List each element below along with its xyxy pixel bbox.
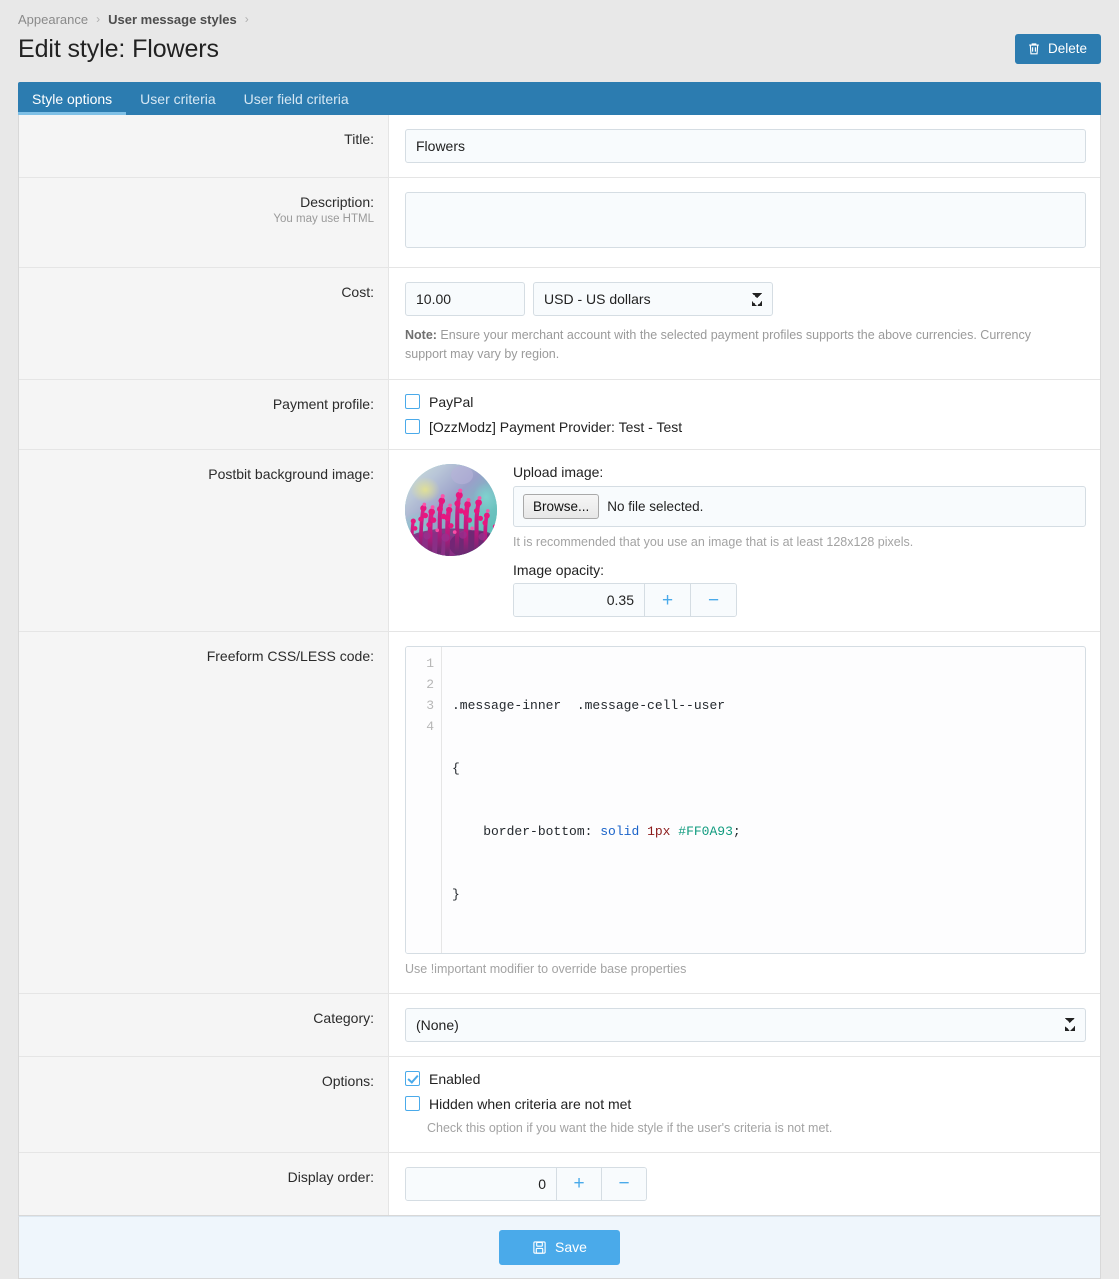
description-textarea[interactable]	[405, 192, 1086, 248]
browse-button[interactable]: Browse...	[523, 493, 600, 520]
payment-profile-paypal-label: PayPal	[429, 393, 474, 410]
code-number: 1px	[647, 824, 671, 840]
options-label: Options:	[19, 1056, 389, 1152]
title-label: Title:	[19, 115, 389, 177]
tab-bar: Style options User criteria User field c…	[18, 82, 1101, 115]
upload-image-label: Upload image:	[513, 463, 604, 480]
code-property: border-bottom:	[452, 824, 601, 840]
line-number: 4	[426, 719, 434, 735]
style-options-form: Title: Description: You may use HTML Cos…	[18, 115, 1101, 1216]
cost-note: Note: Ensure your merchant account with …	[405, 326, 1070, 365]
code-content[interactable]: .message-inner .message-cell--user { bor…	[442, 647, 1085, 953]
description-label: Description: You may use HTML	[19, 178, 389, 267]
image-opacity-label: Image opacity:	[513, 562, 605, 579]
display-order-stepper: + −	[405, 1166, 647, 1201]
admin-page: Appearance › User message styles › Edit …	[0, 0, 1119, 1279]
image-opacity-decrement-button[interactable]: −	[690, 584, 736, 617]
checkbox-icon[interactable]	[405, 1096, 420, 1112]
page-header: Edit style: Flowers Delete	[0, 26, 1119, 72]
category-label: Category:	[19, 993, 389, 1056]
cost-note-text: Ensure your merchant account with the se…	[405, 328, 1032, 362]
payment-profile-label: Payment profile:	[19, 379, 389, 449]
save-button-label: Save	[555, 1239, 587, 1256]
tab-style-options[interactable]: Style options	[18, 82, 127, 115]
file-status-text: No file selected.	[607, 499, 704, 515]
save-floppy-icon	[532, 1240, 547, 1255]
description-sublabel: You may use HTML	[273, 213, 374, 225]
image-opacity-input[interactable]	[514, 584, 644, 617]
form-row-options: Options: Enabled Hidden when criteria ar…	[19, 1056, 1100, 1153]
cost-note-prefix: Note:	[405, 328, 437, 342]
form-row-display-order: Display order: + −	[19, 1152, 1100, 1215]
checkbox-icon[interactable]	[405, 394, 420, 410]
code-brace-close: }	[452, 887, 460, 903]
display-order-label: Display order:	[19, 1152, 389, 1215]
option-enabled-label: Enabled	[429, 1070, 481, 1087]
breadcrumb: Appearance › User message styles ›	[0, 0, 1119, 27]
trash-icon	[1027, 42, 1041, 56]
image-opacity-increment-button[interactable]: +	[644, 584, 690, 617]
code-selector: .message-inner .message-cell--user	[452, 698, 726, 714]
display-order-input[interactable]	[406, 1167, 556, 1200]
payment-profile-paypal[interactable]: PayPal	[405, 394, 1086, 410]
save-button[interactable]: Save	[499, 1229, 620, 1265]
page-title: Edit style: Flowers	[18, 34, 219, 63]
title-input[interactable]	[405, 129, 1086, 163]
checkbox-icon[interactable]	[405, 1071, 420, 1087]
breadcrumb-item-appearance[interactable]: Appearance	[18, 12, 88, 27]
line-number: 2	[426, 677, 434, 693]
option-enabled[interactable]: Enabled	[405, 1071, 1086, 1087]
css-code-editor[interactable]: 1 2 3 4 .message-inner .message-cell--us…	[405, 646, 1086, 955]
form-row-description: Description: You may use HTML	[19, 178, 1100, 268]
option-hidden-label: Hidden when criteria are not met	[429, 1095, 632, 1112]
option-hidden-hint: Check this option if you want the hide s…	[427, 1120, 833, 1135]
tab-user-field-criteria[interactable]: User field criteria	[230, 82, 363, 115]
cost-input[interactable]	[405, 282, 525, 316]
currency-select[interactable]: USD - US dollars	[533, 282, 773, 316]
breadcrumb-separator-icon: ›	[244, 12, 249, 26]
form-row-freeform-css: Freeform CSS/LESS code: 1 2 3 4 .message…	[19, 632, 1100, 994]
code-line: {	[452, 758, 1085, 779]
flowers-image	[405, 463, 497, 556]
code-color-literal: #FF0A93	[678, 824, 733, 840]
display-order-increment-button[interactable]: +	[556, 1167, 601, 1200]
file-upload-field[interactable]: Browse... No file selected.	[513, 485, 1086, 528]
delete-button[interactable]: Delete	[1014, 34, 1101, 64]
code-keyword: solid	[600, 824, 640, 840]
code-brace-open: {	[452, 761, 460, 777]
form-row-postbit-image: Postbit background image: Upload image: …	[19, 449, 1100, 633]
checkbox-icon[interactable]	[405, 419, 420, 435]
line-number: 3	[426, 698, 434, 714]
payment-profile-ozzmodz-label: [OzzModz] Payment Provider: Test - Test	[429, 418, 683, 435]
cost-label: Cost:	[19, 268, 389, 379]
form-row-payment-profile: Payment profile: PayPal [OzzModz] Paymen…	[19, 379, 1100, 450]
tab-user-criteria[interactable]: User criteria	[126, 82, 229, 115]
code-line: border-bottom: solid 1px #FF0A93;	[452, 821, 1085, 842]
payment-profile-ozzmodz[interactable]: [OzzModz] Payment Provider: Test - Test	[405, 419, 1086, 435]
code-semicolon: ;	[732, 824, 741, 840]
upload-recommendation-hint: It is recommended that you use an image …	[513, 535, 914, 550]
image-opacity-stepper: + −	[513, 583, 737, 618]
freeform-css-label: Freeform CSS/LESS code:	[19, 632, 389, 993]
postbit-image-label: Postbit background image:	[19, 449, 389, 632]
line-number: 1	[426, 656, 434, 672]
breadcrumb-item-user-message-styles[interactable]: User message styles	[108, 12, 237, 27]
delete-button-label: Delete	[1047, 41, 1087, 57]
form-row-category: Category: (None)	[19, 993, 1100, 1057]
breadcrumb-separator-icon: ›	[96, 12, 101, 26]
form-row-title: Title:	[19, 115, 1100, 178]
form-row-cost: Cost: USD - US dollars Note: Ensure your…	[19, 268, 1100, 380]
code-line: }	[452, 884, 1085, 905]
freeform-css-hint: Use !important modifier to override base…	[405, 962, 687, 977]
category-select[interactable]: (None)	[405, 1007, 1086, 1042]
postbit-image-thumbnail	[405, 463, 497, 556]
form-footer: Save	[18, 1215, 1101, 1279]
option-hidden-when-criteria-not-met[interactable]: Hidden when criteria are not met	[405, 1096, 1086, 1112]
code-line: .message-inner .message-cell--user	[452, 695, 1085, 716]
description-label-text: Description:	[300, 194, 374, 210]
code-line-numbers: 1 2 3 4	[406, 647, 442, 954]
display-order-decrement-button[interactable]: −	[601, 1167, 646, 1200]
